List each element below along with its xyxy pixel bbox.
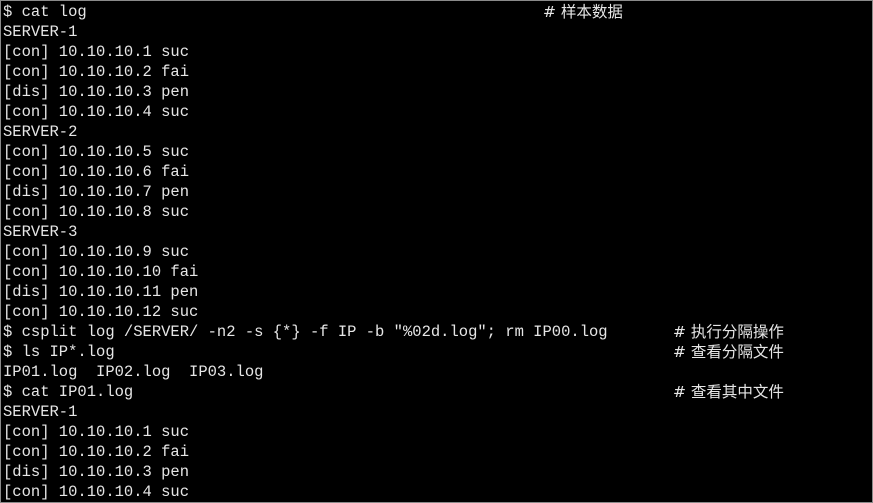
terminal-line: [con] 10.10.10.6 fai (3, 163, 190, 181)
terminal-line: SERVER-2 (3, 123, 78, 141)
terminal-line: [con] 10.10.10.8 suc (3, 203, 190, 221)
terminal-line: [dis] 10.10.10.7 pen (3, 183, 190, 201)
command-text: $ cat log (3, 3, 87, 21)
terminal-line: [dis] 10.10.10.3 pen (3, 83, 190, 101)
command-comment: # 执行分隔操作 (673, 323, 784, 341)
terminal-line: [con] 10.10.10.4 suc (3, 103, 190, 121)
terminal-line: [con] 10.10.10.1 suc (3, 43, 190, 61)
terminal-line-command: $ cat log # 样本数据 (3, 2, 872, 22)
terminal-line-command: $ cat IP01.log # 查看其中文件 (3, 382, 872, 402)
terminal-line: SERVER-1 (3, 23, 78, 41)
terminal-line: [con] 10.10.10.2 fai (3, 443, 190, 461)
terminal-line: IP01.log IP02.log IP03.log (3, 363, 264, 381)
command-comment: # 查看分隔文件 (673, 343, 784, 361)
terminal-line: [con] 10.10.10.2 fai (3, 63, 190, 81)
terminal-line: [con] 10.10.10.4 suc (3, 483, 190, 501)
command-comment: # 查看其中文件 (673, 383, 784, 401)
terminal-line: [con] 10.10.10.1 suc (3, 423, 190, 441)
terminal-line: [con] 10.10.10.9 suc (3, 243, 190, 261)
terminal-window[interactable]: $ cat log # 样本数据 SERVER-1 [con] 10.10.10.… (0, 0, 873, 503)
terminal-line: [con] 10.10.10.5 suc (3, 143, 190, 161)
terminal-line: [con] 10.10.10.12 suc (3, 303, 199, 321)
command-text: $ ls IP*.log (3, 343, 115, 361)
command-comment: # 样本数据 (543, 3, 623, 21)
terminal-line-command: $ csplit log /SERVER/ -n2 -s {*} -f IP -… (3, 322, 872, 342)
terminal-line-command: $ ls IP*.log # 查看分隔文件 (3, 342, 872, 362)
terminal-line: [dis] 10.10.10.3 pen (3, 463, 190, 481)
terminal-line: [dis] 10.10.10.11 pen (3, 283, 199, 301)
terminal-line: [con] 10.10.10.10 fai (3, 263, 199, 281)
terminal-output: $ cat log # 样本数据 SERVER-1 [con] 10.10.10.… (3, 2, 872, 502)
command-text: $ cat IP01.log (3, 383, 134, 401)
terminal-line: SERVER-3 (3, 223, 78, 241)
command-text: $ csplit log /SERVER/ -n2 -s {*} -f IP -… (3, 323, 608, 341)
terminal-line: SERVER-1 (3, 403, 78, 421)
